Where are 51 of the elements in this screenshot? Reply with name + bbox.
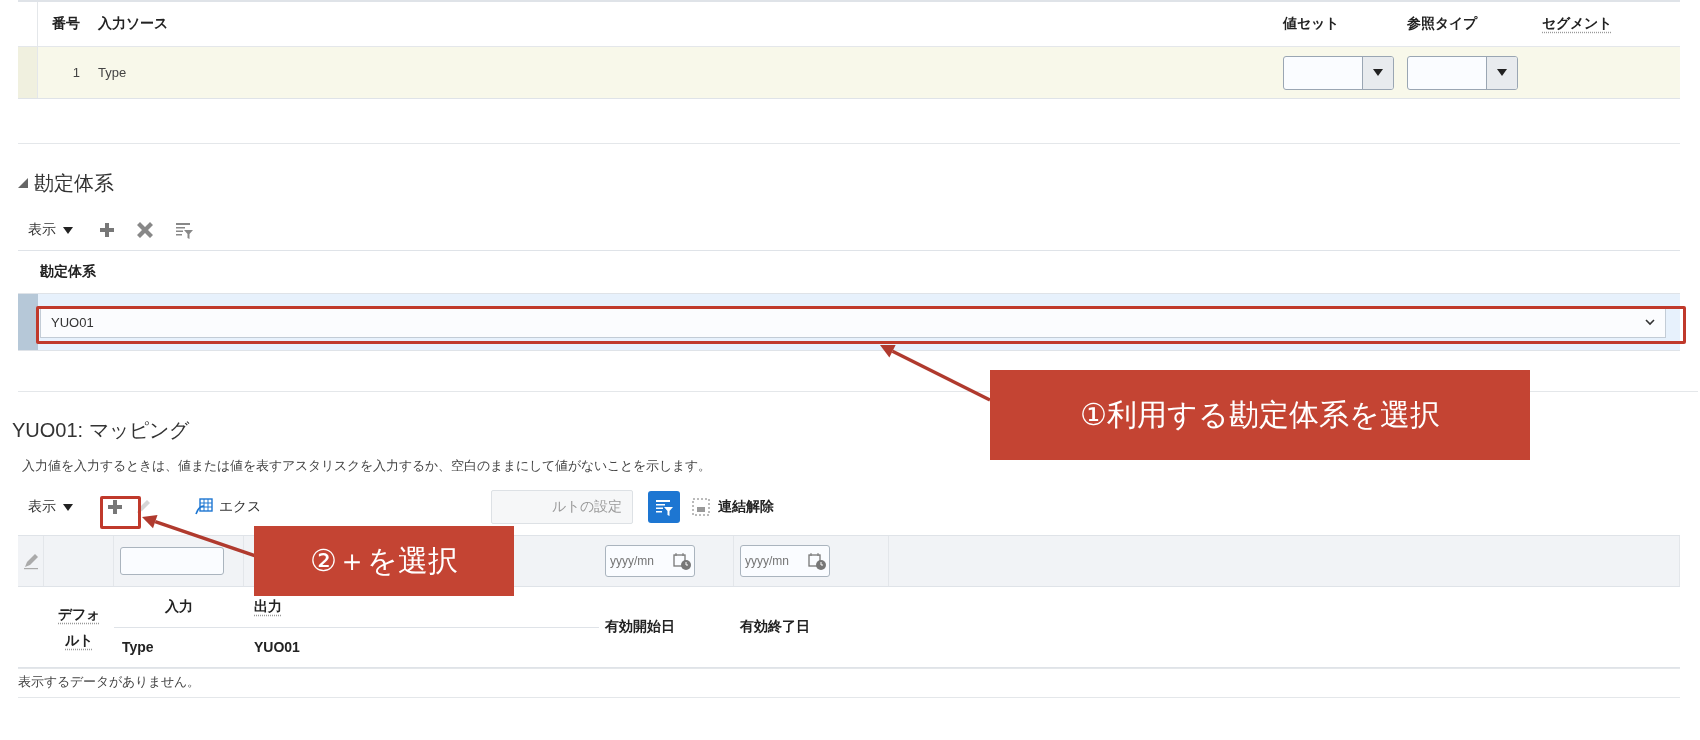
row-selector[interactable]	[18, 294, 38, 350]
caret-icon	[63, 503, 73, 511]
add-icon[interactable]	[99, 222, 115, 238]
pencil-icon[interactable]	[135, 499, 151, 515]
caret-icon	[1497, 69, 1507, 76]
collapse-icon[interactable]	[18, 178, 28, 188]
calendar-icon[interactable]	[808, 552, 826, 570]
reference-type-dropdown[interactable]	[1407, 55, 1518, 90]
export-button[interactable]: エクス	[195, 498, 261, 516]
instruction-text: 入力値を入力するときは、値または値を表すアスタリスクを入力するか、空白のままにして値がないことを示します。	[22, 458, 711, 475]
filter-field[interactable]	[120, 547, 224, 575]
caret-icon	[1373, 69, 1383, 76]
column-header: デフォルト	[58, 605, 100, 650]
column-header: 有効開始日	[605, 618, 675, 636]
column-header: 入力ソース	[97, 15, 169, 33]
date-field[interactable]: yyyy/mn	[605, 545, 695, 577]
empty-message: 表示するデータがありません。	[18, 668, 1680, 698]
column-header: YUO01	[254, 639, 300, 655]
column-header: Type	[122, 639, 154, 655]
column-header: 参照タイプ	[1407, 15, 1479, 33]
highlight-frame	[100, 496, 141, 529]
caret-icon	[63, 226, 73, 234]
table-export-icon	[195, 498, 213, 516]
section-title: 勘定体系	[34, 170, 114, 196]
view-menu[interactable]: 表示	[28, 221, 73, 239]
detach-icon	[692, 498, 710, 516]
detach-button[interactable]: 連結解除	[692, 498, 774, 516]
delete-icon[interactable]	[135, 220, 155, 240]
view-menu[interactable]: 表示	[28, 498, 73, 516]
column-header: 出力	[254, 598, 282, 616]
filter-toggle-button[interactable]	[648, 491, 680, 523]
column-header: 入力	[165, 598, 193, 616]
callout-box: ②＋を選択	[254, 526, 514, 596]
add-button[interactable]	[107, 499, 123, 515]
table-cell-text: Type	[97, 65, 128, 80]
column-header: 番号	[51, 15, 81, 33]
pencil-icon	[22, 552, 39, 570]
filter-icon[interactable]	[175, 220, 194, 240]
column-header: 勘定体系	[40, 263, 96, 281]
column-header: セグメント	[1542, 15, 1613, 33]
filter-icon[interactable]	[654, 497, 674, 517]
calendar-icon[interactable]	[673, 552, 691, 570]
chevron-down-icon	[1645, 318, 1655, 326]
table-row[interactable]: YUO01	[18, 293, 1680, 351]
date-field[interactable]: yyyy/mn	[740, 545, 830, 577]
section-title: YUO01: マッピング	[12, 418, 189, 442]
callout-box: ①利用する勘定体系を選択	[990, 370, 1530, 460]
column-header: 有効終了日	[740, 618, 810, 636]
row-number: 1	[71, 65, 81, 80]
column-header: 値セット	[1283, 15, 1340, 33]
value-set-dropdown[interactable]	[1283, 55, 1394, 90]
